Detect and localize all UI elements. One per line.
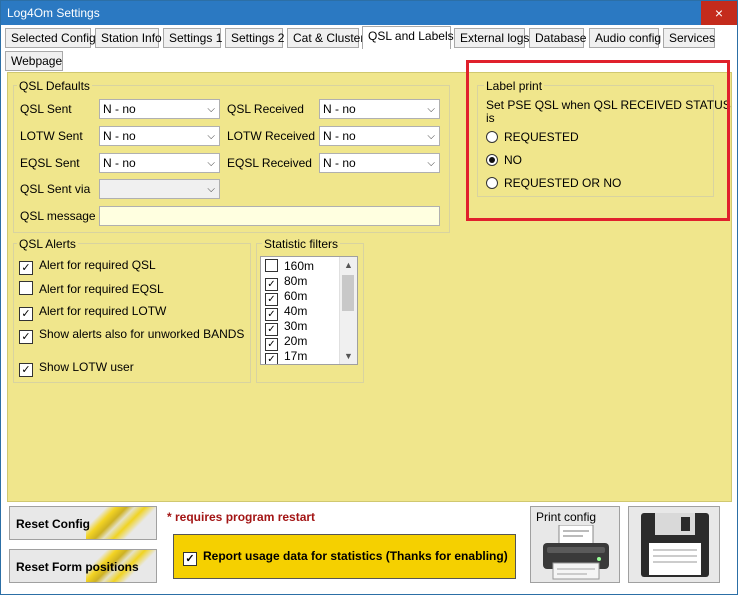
close-button[interactable]: × bbox=[701, 1, 737, 25]
chevron-up-icon[interactable]: ▲ bbox=[340, 257, 357, 273]
printer-icon bbox=[543, 525, 609, 580]
chevron-down-icon: ⌵ bbox=[207, 184, 215, 195]
eqsl-sent-label: EQSL Sent bbox=[20, 156, 80, 170]
checkmark-icon: ✓ bbox=[19, 363, 33, 377]
eqsl-sent-select[interactable]: N - no ⌵ bbox=[99, 153, 220, 173]
reset-form-positions-button[interactable]: Reset Form positions bbox=[9, 549, 157, 583]
band-label: 160m bbox=[284, 259, 315, 273]
qsl-message-input[interactable] bbox=[99, 206, 440, 226]
title-bar: Log4Om Settings × bbox=[1, 1, 737, 25]
chevron-down-icon[interactable]: ▼ bbox=[340, 348, 357, 364]
lotw-sent-label: LOTW Sent bbox=[20, 129, 83, 143]
lotw-received-value: N - no bbox=[323, 129, 356, 143]
qsl-sent-select[interactable]: N - no ⌵ bbox=[99, 99, 220, 119]
qsl-sent-via-select[interactable]: ⌵ bbox=[99, 179, 220, 199]
qsl-sent-label: QSL Sent bbox=[20, 102, 72, 116]
scrollbar-thumb[interactable] bbox=[342, 275, 354, 311]
tab-cat-cluster[interactable]: Cat & Cluster bbox=[287, 28, 364, 48]
tab-selected-config[interactable]: Selected Config bbox=[5, 28, 96, 48]
stripe-decoration bbox=[86, 507, 156, 539]
qsl-sent-via-label: QSL Sent via bbox=[20, 182, 91, 196]
tab-external-logs[interactable]: External logs bbox=[454, 28, 529, 48]
statistic-filters-title: Statistic filters bbox=[262, 237, 341, 251]
chevron-down-icon: ⌵ bbox=[427, 131, 435, 142]
lotw-received-label: LOTW Received bbox=[227, 129, 316, 143]
checkmark-icon: ✓ bbox=[183, 552, 197, 566]
eqsl-received-label: EQSL Received bbox=[227, 156, 312, 170]
tab-station-info[interactable]: Station Info bbox=[95, 28, 162, 48]
reset-config-button[interactable]: Reset Config bbox=[9, 506, 157, 540]
tab-database[interactable]: Database bbox=[529, 28, 586, 48]
checkbox-empty-icon bbox=[19, 281, 33, 295]
band-label: 17m bbox=[284, 349, 308, 363]
highlight-box bbox=[466, 60, 730, 221]
show-lotw-user-label: Show LOTW user bbox=[39, 360, 134, 374]
restart-note: * requires program restart bbox=[167, 510, 316, 524]
band-label: 80m bbox=[284, 274, 308, 288]
usage-report-checkbox[interactable]: ✓ Report usage data for statistics (Thank… bbox=[183, 549, 508, 566]
band-label: 30m bbox=[284, 319, 308, 333]
window-title: Log4Om Settings bbox=[7, 6, 100, 20]
settings-window: Log4Om Settings × Selected Config Statio… bbox=[0, 0, 738, 595]
band-label: 40m bbox=[284, 304, 308, 318]
eqsl-received-select[interactable]: N - no ⌵ bbox=[319, 153, 440, 173]
qsl-received-value: N - no bbox=[323, 102, 356, 116]
list-item[interactable]: ✓ 30m bbox=[265, 319, 308, 336]
checkmark-icon: ✓ bbox=[19, 261, 33, 275]
reset-form-positions-label: Reset Form positions bbox=[16, 560, 139, 574]
chevron-down-icon: ⌵ bbox=[207, 131, 215, 142]
lotw-sent-select[interactable]: N - no ⌵ bbox=[99, 126, 220, 146]
band-label: 20m bbox=[284, 334, 308, 348]
list-item[interactable]: ✓ 20m bbox=[265, 334, 308, 351]
list-item[interactable]: ✓ 80m bbox=[265, 274, 308, 291]
tab-webpage[interactable]: Webpage bbox=[5, 51, 63, 71]
show-lotw-user-checkbox[interactable]: ✓ Show LOTW user bbox=[19, 360, 134, 377]
eqsl-received-value: N - no bbox=[323, 156, 356, 170]
list-scrollbar[interactable]: ▲ ▼ bbox=[339, 257, 357, 364]
qsl-message-label: QSL message bbox=[20, 209, 96, 223]
chevron-down-icon: ⌵ bbox=[427, 104, 435, 115]
alert-required-lotw-label: Alert for required LOTW bbox=[39, 304, 167, 318]
show-alerts-unworked-bands-checkbox[interactable]: ✓ Show alerts also for unworked BANDS bbox=[19, 327, 245, 344]
show-alerts-unworked-bands-label: Show alerts also for unworked BANDS bbox=[39, 327, 245, 341]
checkmark-icon: ✓ bbox=[265, 353, 278, 364]
qsl-sent-value: N - no bbox=[103, 102, 136, 116]
usage-report-label: Report usage data for statistics (Thanks… bbox=[203, 549, 508, 563]
statistic-filters-list[interactable]: 160m ✓ 80m ✓ 60m ✓ 40m ✓ 30m ✓ 20m ✓ 17m ▲ ▼ bbox=[260, 256, 358, 365]
tab-settings-1[interactable]: Settings 1 bbox=[163, 28, 222, 48]
alert-required-lotw-checkbox[interactable]: ✓ Alert for required LOTW bbox=[19, 304, 167, 321]
eqsl-sent-value: N - no bbox=[103, 156, 136, 170]
tab-settings-2[interactable]: Settings 2 bbox=[225, 28, 284, 48]
list-item[interactable]: ✓ 17m bbox=[265, 349, 307, 364]
qsl-defaults-title: QSL Defaults bbox=[17, 79, 92, 93]
alert-required-qsl-checkbox[interactable]: ✓ Alert for required QSL bbox=[19, 258, 156, 275]
alert-required-qsl-label: Alert for required QSL bbox=[39, 258, 156, 272]
qsl-received-select[interactable]: N - no ⌵ bbox=[319, 99, 440, 119]
list-item[interactable]: 160m bbox=[265, 259, 314, 274]
band-label: 60m bbox=[284, 289, 308, 303]
tab-services[interactable]: Services bbox=[663, 28, 715, 48]
lotw-received-select[interactable]: N - no ⌵ bbox=[319, 126, 440, 146]
tab-audio-config[interactable]: Audio config bbox=[589, 28, 661, 48]
reset-config-label: Reset Config bbox=[16, 517, 91, 531]
list-item[interactable]: ✓ 60m bbox=[265, 289, 308, 306]
list-item[interactable]: ✓ 40m bbox=[265, 304, 308, 321]
print-config-label: Print config bbox=[536, 510, 597, 524]
qsl-alerts-title: QSL Alerts bbox=[17, 237, 78, 251]
lotw-sent-value: N - no bbox=[103, 129, 136, 143]
floppy-disk-icon bbox=[641, 513, 709, 577]
alert-required-eqsl-checkbox[interactable]: Alert for required EQSL bbox=[19, 281, 164, 297]
usage-report-box[interactable]: ✓ Report usage data for statistics (Thank… bbox=[173, 534, 516, 579]
checkmark-icon: ✓ bbox=[19, 307, 33, 321]
alert-required-eqsl-label: Alert for required EQSL bbox=[39, 282, 164, 296]
qsl-received-label: QSL Received bbox=[227, 102, 304, 116]
chevron-down-icon: ⌵ bbox=[207, 104, 215, 115]
checkbox-empty-icon bbox=[265, 259, 278, 272]
print-config-button[interactable]: Print config bbox=[530, 506, 620, 583]
checkmark-icon: ✓ bbox=[19, 330, 33, 344]
tab-qsl-and-labels[interactable]: QSL and Labels bbox=[362, 26, 454, 49]
chevron-down-icon: ⌵ bbox=[427, 158, 435, 169]
save-button[interactable] bbox=[628, 506, 720, 583]
chevron-down-icon: ⌵ bbox=[207, 158, 215, 169]
